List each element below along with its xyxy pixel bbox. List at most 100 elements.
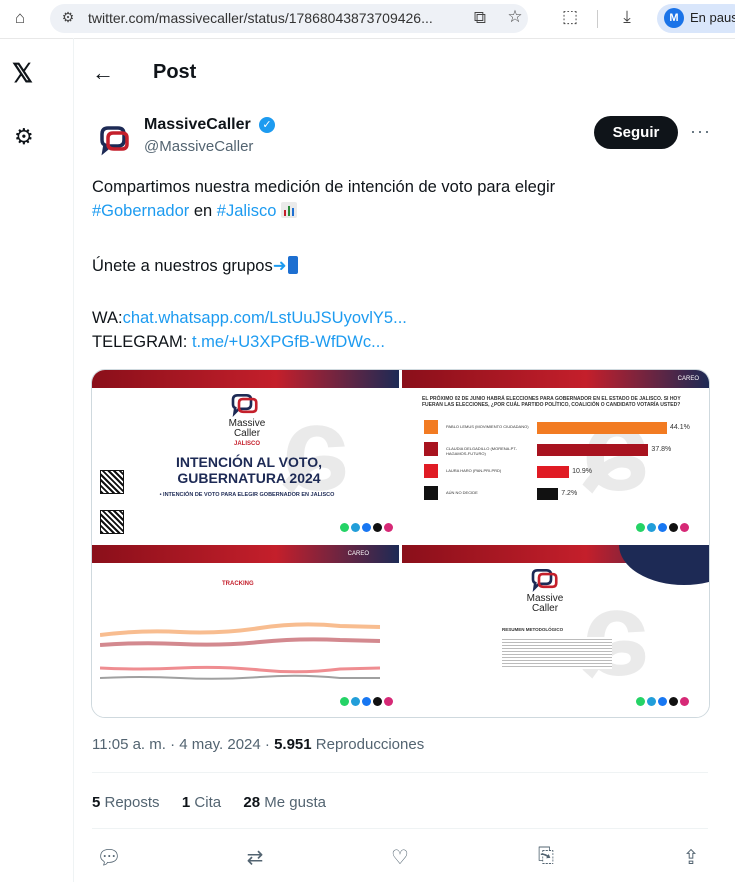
tweet-text-line2: #Gobernador en #Jalisco: [92, 200, 297, 223]
settings-gear-icon[interactable]: ⚙: [14, 124, 34, 150]
post-time[interactable]: 11:05 a. m.: [92, 736, 166, 753]
poll-value: 10.9%: [572, 468, 592, 475]
back-arrow-icon[interactable]: ←: [92, 60, 114, 86]
media-image-3[interactable]: CAREO TRACKING: [92, 545, 399, 717]
facebook-icon: [658, 523, 667, 532]
meta-separator-2: ·: [260, 736, 275, 753]
poll-value: 37.8%: [651, 446, 672, 453]
facebook-icon: [658, 697, 667, 706]
follow-button[interactable]: Seguir: [594, 116, 678, 149]
tweet-text-line3: Únete a nuestros grupos➜: [92, 255, 298, 278]
reply-icon[interactable]: 💬︎: [96, 845, 122, 870]
candidate-label: LAURA HARO (PAN-PRI-PRD): [446, 468, 502, 473]
toolbar-divider: [597, 10, 598, 28]
whatsapp-icon: [636, 697, 645, 706]
poll-bar: [537, 488, 559, 500]
massivecaller-logo-icon: [231, 393, 258, 417]
panel-ribbon: [402, 370, 709, 388]
telegram-line: TELEGRAM: t.me/+U3XPGfB-WfDWc...: [92, 331, 385, 354]
x-icon: [373, 697, 382, 706]
likes-stat[interactable]: 28 Me gusta: [243, 794, 326, 811]
tweet-text-line1: Compartimos nuestra medición de intenció…: [92, 178, 556, 196]
quotes-stat[interactable]: 1 Cita: [182, 794, 221, 811]
tweet-connector: en: [189, 202, 217, 220]
page-title: Post: [153, 61, 197, 83]
telegram-link[interactable]: t.me/+U3XPGfB-WfDWc...: [192, 333, 385, 351]
download-icon[interactable]: ⤓: [617, 7, 637, 27]
poll-bar: [537, 422, 667, 434]
author-name[interactable]: MassiveCaller: [144, 116, 251, 134]
x-icon: [669, 523, 678, 532]
panel-tag: CAREO: [347, 551, 369, 557]
wa-label: WA:: [92, 309, 123, 327]
methodology-heading: RESUMEN METODOLÓGICO: [502, 627, 564, 632]
methodology-text-block: [502, 637, 612, 669]
profile-status: En paus: [690, 10, 735, 25]
extensions-icon[interactable]: ⬚: [560, 7, 580, 27]
qr-code-icon: [100, 510, 124, 534]
qr-code-icon: [100, 470, 124, 494]
meta-separator: ·: [165, 736, 180, 753]
candidate-label: PABLO LEMUS (MOVIMIENTO CIUDADANO): [446, 424, 529, 429]
whatsapp-icon: [340, 523, 349, 532]
poll-question: EL PRÓXIMO 02 DE JUNIO HABRÁ ELECCIONES …: [422, 396, 681, 408]
candidate-logo: [424, 420, 438, 434]
media-image-4[interactable]: ɕ Massive Caller RESUMEN METODOLÓGICO: [402, 545, 709, 717]
verified-badge-icon: ✓: [259, 117, 275, 133]
home-icon[interactable]: ⌂: [10, 8, 30, 28]
telegram-icon: [647, 523, 656, 532]
rail-divider: [73, 38, 74, 882]
brand-line2: Caller: [233, 428, 261, 439]
hashtag-jalisco[interactable]: #Jalisco: [217, 202, 277, 220]
media-image-1[interactable]: ɕ Massive Caller JALISCO INTENCIÓN AL VO…: [92, 370, 399, 542]
telegram-label: TELEGRAM:: [92, 333, 192, 351]
url-text[interactable]: twitter.com/massivecaller/status/1786804…: [88, 10, 433, 26]
tracking-chart: [100, 590, 380, 690]
views-count: 5.951: [274, 736, 312, 753]
state-label: JALISCO: [233, 441, 260, 447]
instagram-icon: [680, 523, 689, 532]
site-settings-icon[interactable]: ⚙: [58, 9, 78, 26]
facebook-icon: [362, 697, 371, 706]
candidate-logo: [424, 464, 438, 478]
post-date[interactable]: 4 may. 2024: [179, 736, 260, 753]
x-icon: [373, 523, 382, 532]
divider: [92, 828, 708, 829]
whatsapp-link[interactable]: chat.whatsapp.com/LstUuJSUyovlY5...: [123, 309, 407, 327]
bookmark-star-icon[interactable]: ☆: [505, 7, 525, 27]
repost-icon[interactable]: ⇄: [242, 845, 268, 870]
like-heart-icon[interactable]: ♡: [387, 845, 413, 870]
profile-avatar: M: [664, 8, 684, 28]
cast-icon[interactable]: ⧉: [470, 8, 490, 28]
bookmark-icon[interactable]: ⎘: [533, 845, 559, 868]
massivecaller-avatar[interactable]: [94, 120, 134, 160]
author-handle[interactable]: @MassiveCaller: [144, 138, 253, 155]
media-image-2[interactable]: CAREO ɕ EL PRÓXIMO 02 DE JUNIO HABRÁ ELE…: [402, 370, 709, 542]
massivecaller-logo-icon: [531, 568, 558, 592]
poll-bar: [537, 444, 649, 456]
mobile-phone-emoji-icon: [287, 256, 298, 274]
divider: [92, 772, 708, 773]
reposts-stat[interactable]: 5 Reposts: [92, 794, 160, 811]
poll-bar: [537, 466, 570, 478]
phone-arrow-emoji-icon: ➜: [272, 257, 287, 275]
media-grid: ɕ Massive Caller JALISCO INTENCIÓN AL VO…: [91, 369, 710, 718]
bar-chart-emoji-icon: [281, 202, 297, 218]
poll-value: 44.1%: [670, 424, 690, 431]
views-label: Reproducciones: [311, 736, 425, 753]
telegram-icon: [647, 697, 656, 706]
hashtag-gobernador[interactable]: #Gobernador: [92, 202, 189, 220]
headline-subtitle: • INTENCIÓN DE VOTO PARA ELEGIR GOBERNAD…: [159, 492, 335, 498]
more-options-icon[interactable]: ···: [690, 121, 711, 142]
engagement-stats: 5 Reposts 1 Cita 28 Me gusta: [92, 794, 326, 811]
x-logo-icon[interactable]: 𝕏: [12, 58, 33, 89]
post-timestamp: 11:05 a. m. · 4 may. 2024 · 5.951 Reprod…: [92, 736, 424, 753]
poll-value: 7.2%: [561, 490, 578, 497]
headline-line1: INTENCIÓN AL VOTO,: [176, 454, 322, 470]
panel-ribbon: [92, 370, 399, 388]
headline-line2: GUBERNATURA 2024: [177, 470, 321, 486]
brand-line2: Caller: [531, 603, 559, 614]
panel-tag: CAREO: [677, 376, 699, 382]
candidate-logo: [424, 486, 438, 500]
share-icon[interactable]: ⇪: [678, 845, 704, 870]
